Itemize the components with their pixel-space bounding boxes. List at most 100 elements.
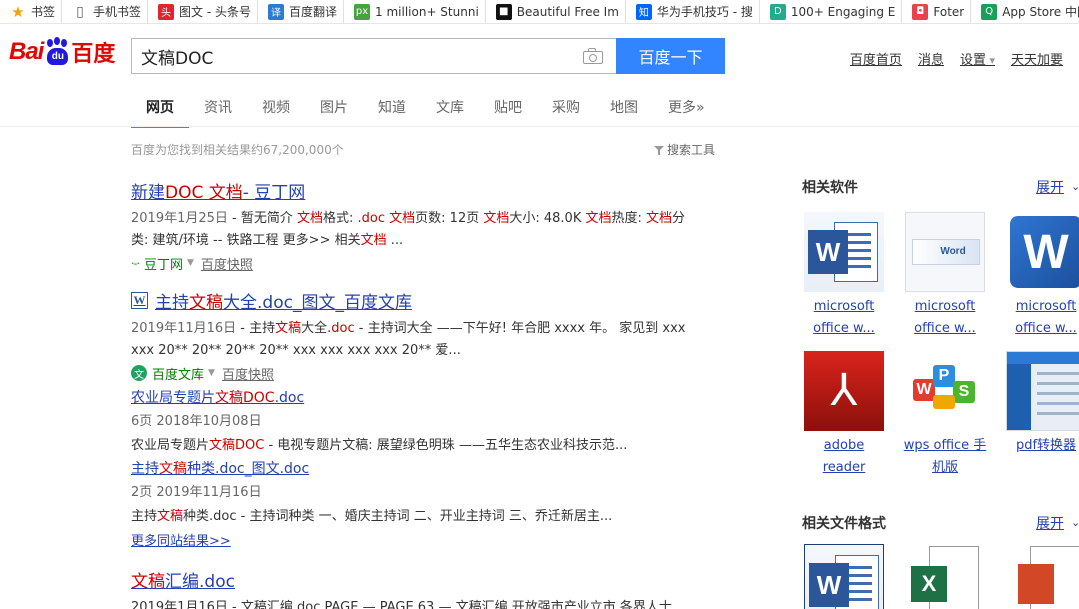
logo-text-baidu: 百度 — [71, 42, 116, 67]
camera-icon[interactable] — [582, 47, 604, 65]
result-source: ·-· 豆丁网 ▼ 百度快照 — [131, 252, 731, 274]
sub-result-meta: 6页 2018年10月08日 — [131, 414, 262, 429]
app-name-line: office w... — [914, 321, 976, 336]
abs-text: 页数: 12页 — [415, 211, 484, 226]
tab-purchase[interactable]: 采购 — [537, 96, 595, 128]
abs-text: xxx 20** 20** 20** 20** xxx xxx xxx xxx … — [131, 343, 461, 358]
chevron-down-icon[interactable]: ⌄ — [1071, 180, 1079, 193]
link-messages[interactable]: 消息 — [918, 49, 944, 68]
tab-wenku[interactable]: 文库 — [421, 96, 479, 128]
result-title-part: 主持 — [155, 293, 189, 313]
bookmark-item[interactable]: ▯ 手机书签 — [62, 0, 149, 23]
bookmark-label: App Store 中国 — [1002, 5, 1079, 19]
sub-title-part: 主持 — [131, 461, 159, 477]
abs-highlight: 文档 — [360, 233, 387, 248]
format-card[interactable] — [1001, 544, 1079, 609]
result-title[interactable]: W 主持 文稿 大全.doc_图文_百度文库 — [131, 288, 731, 313]
chevron-down-icon[interactable]: ▼ — [208, 368, 215, 378]
result-source: 文 百度文库 ▼ 百度快照 — [131, 362, 731, 384]
tab-images[interactable]: 图片 — [305, 96, 363, 128]
abs-highlight: 文档 — [646, 211, 673, 226]
bookmark-item[interactable]: D 100+ Engaging E — [760, 0, 903, 23]
abs-text: 分 — [672, 211, 686, 226]
app-name[interactable]: microsoft office w... — [799, 296, 889, 340]
app-name[interactable]: adobe reader — [799, 435, 889, 479]
tab-video[interactable]: 视频 — [247, 96, 305, 128]
bookmark-label: 百度翻译 — [289, 5, 338, 19]
app-name[interactable]: microsoft office w... — [1001, 296, 1079, 340]
tab-zhidao[interactable]: 知道 — [363, 96, 421, 128]
tab-news[interactable]: 资讯 — [189, 96, 247, 128]
sub-result-title[interactable]: 农业局专题片文稿DOC.doc — [131, 387, 731, 407]
expand-formats-link[interactable]: 展开 — [1036, 513, 1064, 533]
q-icon: Q — [981, 3, 998, 20]
app-name[interactable]: wps office 手机版 — [900, 435, 990, 479]
snapshot-link[interactable]: 百度快照 — [201, 254, 253, 273]
snapshot-link[interactable]: 百度快照 — [222, 364, 274, 383]
abs-text: 种类.doc - 主持词种类 一、婚庆主持词 二、开业主持词 三、乔迁新居主..… — [183, 509, 613, 524]
bookmark-item[interactable]: ■ Beautiful Free Im — [486, 0, 626, 23]
more-site-results-link[interactable]: 更多同站结果>> — [131, 534, 231, 549]
app-card[interactable]: W microsoft office w... — [799, 212, 889, 340]
bookmark-item[interactable]: px 1 million+ Stunni — [344, 0, 486, 23]
sub-result-title[interactable]: 主持文稿种类.doc_图文.doc — [131, 458, 731, 478]
result-count: 百度为您找到相关结果约67,200,000个 — [131, 143, 344, 157]
bookmark-item[interactable]: ★ 书签 — [0, 0, 63, 23]
app-name-line: adobe — [823, 438, 865, 453]
adobe-reader-icon: ⅄ — [804, 351, 884, 431]
related-software-heading: 相关软件 — [802, 180, 858, 196]
result-title-part: - 豆丁网 — [242, 183, 306, 203]
word-doc-icon: W — [131, 292, 148, 309]
sub-result: 农业局专题片文稿DOC.doc 6页 2018年10月08日 农业局专题片文稿D… — [131, 387, 731, 453]
tab-tieba[interactable]: 贴吧 — [479, 96, 537, 128]
app-card[interactable]: pdf转换器 — [1001, 351, 1079, 457]
bookmark-item[interactable]: 头图文 - 头条号 — [148, 0, 258, 23]
source-name[interactable]: 百度文库 — [152, 364, 204, 383]
word-app-icon: W — [804, 212, 884, 292]
phone-icon: ▯ — [76, 3, 84, 20]
abs-text: - 暂无简介 — [227, 211, 297, 226]
abs-text: 大小: 48.0K — [509, 211, 586, 226]
bookmark-item[interactable]: Q App Store 中国 — [971, 0, 1079, 23]
baidu-translate-icon: 译 — [268, 3, 284, 20]
app-card[interactable]: W P S wps office 手机版 — [900, 351, 990, 479]
abs-highlight: 文档 — [585, 211, 612, 226]
search-box — [131, 38, 616, 74]
app-name[interactable]: pdf转换器 — [1001, 435, 1079, 457]
bookmark-item[interactable]: 译百度翻译 — [258, 0, 345, 23]
source-name[interactable]: 豆丁网 — [144, 254, 183, 273]
search-input[interactable] — [132, 39, 582, 73]
bookmark-label: 100+ Engaging E — [790, 4, 896, 19]
app-card[interactable]: W microsoft office w... — [1001, 212, 1079, 340]
app-name[interactable]: microsoft office w... — [900, 296, 990, 340]
baidu-logo[interactable]: Bai du 百度 — [9, 32, 121, 72]
link-baidu-home[interactable]: 百度首页 — [850, 49, 902, 68]
link-settings[interactable]: 设置 — [960, 49, 995, 68]
bookmark-item[interactable]: 知华为手机技巧 - 搜 — [626, 0, 760, 23]
search-tools-button[interactable]: 搜索工具 — [654, 141, 715, 158]
tab-map[interactable]: 地图 — [595, 96, 653, 128]
expand-software-link[interactable]: 展开 — [1036, 177, 1064, 197]
splash-text: Word — [912, 239, 980, 265]
search-button[interactable]: 百度一下 — [616, 38, 725, 74]
app-card[interactable]: ⅄ adobe reader — [799, 351, 889, 479]
chevron-down-icon[interactable]: ▼ — [187, 258, 194, 268]
result-title[interactable]: 新建 DOC 文档 - 豆丁网 — [131, 178, 731, 203]
tab-more[interactable]: 更多» — [653, 96, 720, 128]
link-tiantian[interactable]: 天天加要 — [1011, 49, 1071, 68]
abs-text: ... — [386, 233, 404, 248]
word-splash-icon: Word — [905, 212, 985, 292]
result-title-part: 新建 — [131, 183, 165, 203]
chevron-down-icon[interactable]: ⌄ — [1071, 516, 1079, 529]
result-item: W 主持 文稿 大全.doc_图文_百度文库 2019年11月16日 - 主持文稿大全… — [131, 288, 731, 384]
app-card[interactable]: Word microsoft office w... — [900, 212, 990, 340]
abs-highlight: doc 文档 — [361, 211, 416, 226]
top-links: 百度首页 消息 设置 天天加要 — [834, 49, 1071, 68]
abs-text: - 主持词大全 ——下午好! 年合肥 xxxx 年。 家见到 xxx — [354, 321, 686, 336]
format-card[interactable]: W — [799, 544, 889, 609]
result-title[interactable]: 文稿 汇编.doc — [131, 567, 731, 592]
tab-web[interactable]: 网页 — [131, 96, 189, 128]
format-card[interactable]: X — [900, 544, 990, 609]
bookmark-item[interactable]: ◘ Foter — [902, 0, 972, 23]
app-name-line: 机版 — [931, 460, 958, 475]
